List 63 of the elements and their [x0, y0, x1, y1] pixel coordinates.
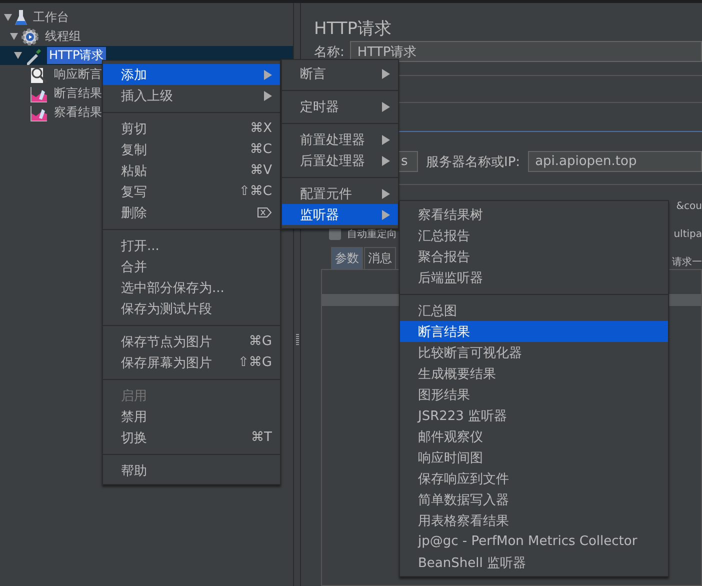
menu-item[interactable]: 比较断言可视化器	[400, 342, 668, 363]
dropper-icon	[25, 46, 43, 64]
menu-item[interactable]: 汇总报告	[400, 225, 668, 246]
menu-item[interactable]: 打开...	[103, 235, 280, 256]
tab[interactable]: 参数	[331, 247, 363, 269]
redirect-checkbox[interactable]	[329, 228, 341, 240]
menu-item[interactable]: 响应时间图	[400, 447, 668, 468]
chart-icon	[30, 104, 48, 122]
menu-item[interactable]: 后置处理器	[282, 150, 398, 171]
redirect-label: 自动重定向	[347, 228, 397, 241]
menu-item[interactable]: 剪切 ⌘X	[103, 118, 280, 139]
name-label: 名称:	[314, 44, 344, 60]
menu-item[interactable]: 复制 ⌘C	[103, 139, 280, 160]
menu-item[interactable]: 插入上级	[103, 85, 280, 106]
tab[interactable]: 消息	[364, 247, 396, 269]
menu-item[interactable]: 用表格察看结果	[400, 510, 668, 531]
panel-title: HTTP请求	[314, 18, 393, 41]
menu-item[interactable]: 删除	[103, 202, 280, 223]
menu-item[interactable]: 保存响应到文件	[400, 468, 668, 489]
server-field[interactable]: api.apiopen.top	[528, 151, 702, 172]
gear-icon	[21, 28, 39, 46]
menu-item[interactable]: jp@gc - PerfMon Metrics Collector	[400, 531, 668, 552]
menu-item[interactable]: 切换 ⌘T	[103, 427, 280, 448]
name-field[interactable]: HTTP请求	[350, 41, 702, 62]
menu-item[interactable]: 合并	[103, 256, 280, 277]
menu-item[interactable]: 图形结果	[400, 384, 668, 405]
menu-item[interactable]: 保存屏幕为图片 ⇧⌘G	[103, 352, 280, 373]
tree-item[interactable]: HTTP请求	[47, 47, 106, 64]
menu-item[interactable]: 保存为测试片段	[103, 298, 280, 319]
menu-item[interactable]: 禁用	[103, 406, 280, 427]
menu-item[interactable]: 后端监听器	[400, 267, 668, 288]
menu-item[interactable]: JSR223 监听器	[400, 405, 668, 426]
tree-item[interactable]: 工作台	[31, 9, 71, 26]
menu-item[interactable]: 添加	[103, 64, 280, 85]
menu-item[interactable]: 保存节点为图片 ⌘G	[103, 331, 280, 352]
option-label: &cou	[676, 201, 702, 212]
chart-icon	[30, 84, 48, 102]
menu-item[interactable]: 生成概要结果	[400, 363, 668, 384]
menu-item[interactable]: 聚合报告	[400, 246, 668, 267]
tree-item[interactable]: 察看结果	[52, 104, 104, 121]
option-label: ultipa	[674, 228, 702, 240]
splitter-handle[interactable]	[296, 334, 298, 346]
menu-item[interactable]: 选中部分保存为...	[103, 277, 280, 298]
menu-item[interactable]: 复写 ⇧⌘C	[103, 181, 280, 202]
menu-item[interactable]: 粘贴 ⌘V	[103, 160, 280, 181]
menu-item[interactable]: 简单数据写入器	[400, 489, 668, 510]
menu-item[interactable]: 监听器	[282, 204, 398, 225]
tree-item[interactable]: 断言结果	[52, 85, 104, 102]
magnifier-icon	[30, 66, 48, 84]
column-header: 请求一	[672, 256, 702, 269]
server-label: 服务器名称或IP:	[426, 154, 520, 170]
menu-item[interactable]: 定时器	[282, 96, 398, 117]
menu-item[interactable]: 邮件观察仪	[400, 426, 668, 447]
menu-item[interactable]: 帮助	[103, 460, 280, 481]
flask-icon	[15, 8, 27, 26]
tree-item[interactable]: 响应断言	[52, 66, 104, 83]
menu-item[interactable]: 断言	[282, 63, 398, 84]
tree-item[interactable]: 线程组	[43, 28, 83, 45]
menu-item[interactable]: BeanShell 监听器	[400, 552, 668, 573]
menu-item[interactable]: 汇总图	[400, 300, 668, 321]
menu-item[interactable]: 察看结果树	[400, 204, 668, 225]
menu-item[interactable]: 断言结果	[400, 321, 668, 342]
menu-item[interactable]: 前置处理器	[282, 129, 398, 150]
